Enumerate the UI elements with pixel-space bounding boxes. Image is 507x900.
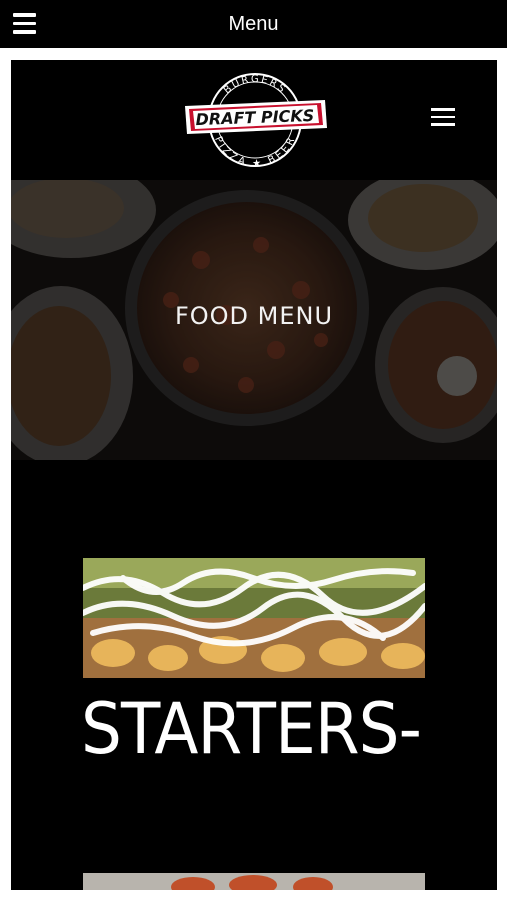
draft-picks-logo[interactable]: BURGERS PIZZA ★ BEER DRAFT PICKS [181, 70, 329, 170]
hero-banner: FOOD MENU [11, 180, 497, 460]
hamburger-icon[interactable] [13, 13, 36, 34]
next-section-image[interactable] [83, 873, 425, 890]
starters-image[interactable] [83, 558, 425, 678]
app-bar: Menu [0, 0, 507, 48]
section-title-starters[interactable]: STARTERS- [81, 688, 422, 770]
web-content[interactable]: BURGERS PIZZA ★ BEER DRAFT PICKS FOOD ME… [11, 60, 497, 890]
hero-title: FOOD MENU [174, 302, 334, 330]
site-header: BURGERS PIZZA ★ BEER DRAFT PICKS [11, 60, 497, 180]
page-title: Menu [228, 12, 279, 35]
site-hamburger-icon[interactable] [431, 108, 455, 126]
